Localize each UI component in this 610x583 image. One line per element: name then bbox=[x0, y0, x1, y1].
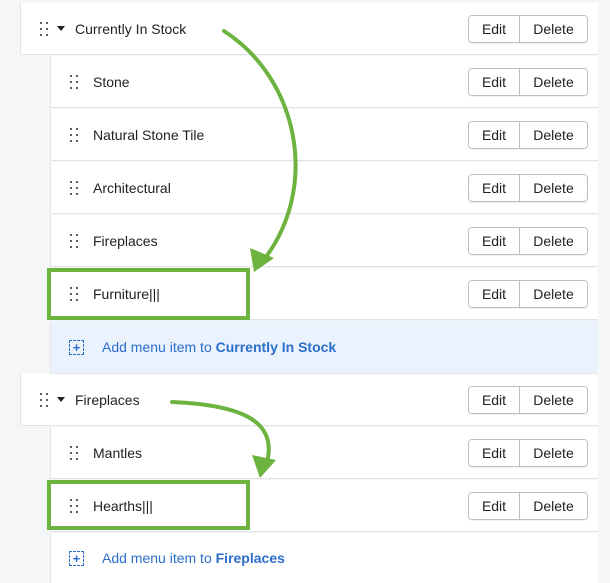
menu-item-label: Architectural bbox=[93, 179, 171, 196]
edit-button[interactable]: Edit bbox=[469, 15, 519, 42]
drag-handle-icon[interactable] bbox=[69, 286, 79, 301]
menu-item-label: Fireplaces bbox=[75, 391, 140, 408]
chevron-down-icon[interactable] bbox=[57, 26, 65, 31]
drag-handle-icon[interactable] bbox=[69, 233, 79, 248]
button-group: Edit Delete bbox=[468, 14, 588, 43]
button-group: Edit Delete bbox=[468, 438, 588, 467]
edit-button[interactable]: Edit bbox=[469, 280, 519, 307]
menu-item-hearths[interactable]: Hearths||| Edit Delete bbox=[50, 480, 598, 532]
delete-button[interactable]: Delete bbox=[519, 121, 587, 148]
delete-button[interactable]: Delete bbox=[519, 492, 587, 519]
menu-item-parent-currently-in-stock[interactable]: Currently In Stock Edit Delete bbox=[20, 3, 598, 55]
drag-handle-icon[interactable] bbox=[39, 21, 49, 36]
drag-handle-icon[interactable] bbox=[69, 74, 79, 89]
button-group: Edit Delete bbox=[468, 491, 588, 520]
menu-item-parent-fireplaces[interactable]: Fireplaces Edit Delete bbox=[20, 374, 598, 426]
add-icon: + bbox=[69, 550, 84, 566]
menu-item-label: Natural Stone Tile bbox=[93, 126, 205, 143]
menu-item-label: Stone bbox=[93, 73, 130, 90]
delete-button[interactable]: Delete bbox=[519, 227, 587, 254]
drag-handle-icon[interactable] bbox=[69, 127, 79, 142]
edit-button[interactable]: Edit bbox=[469, 386, 519, 413]
menu-item-label: Hearths||| bbox=[93, 497, 153, 514]
edit-button[interactable]: Edit bbox=[469, 68, 519, 95]
button-group: Edit Delete bbox=[468, 120, 588, 149]
menu-item-architectural[interactable]: Architectural Edit Delete bbox=[50, 162, 598, 214]
menu-item-stone[interactable]: Stone Edit Delete bbox=[50, 56, 598, 108]
drag-handle-icon[interactable] bbox=[69, 180, 79, 195]
delete-button[interactable]: Delete bbox=[519, 15, 587, 42]
add-menu-item-text: Add menu item to Currently In Stock bbox=[102, 339, 337, 355]
button-group: Edit Delete bbox=[468, 67, 588, 96]
chevron-down-icon[interactable] bbox=[57, 397, 65, 402]
edit-button[interactable]: Edit bbox=[469, 439, 519, 466]
menu-item-fireplaces-child[interactable]: Fireplaces Edit Delete bbox=[50, 215, 598, 267]
drag-handle-icon[interactable] bbox=[69, 445, 79, 460]
menu-item-furniture[interactable]: Furniture||| Edit Delete bbox=[50, 268, 598, 320]
delete-button[interactable]: Delete bbox=[519, 386, 587, 413]
delete-button[interactable]: Delete bbox=[519, 439, 587, 466]
edit-button[interactable]: Edit bbox=[469, 492, 519, 519]
edit-button[interactable]: Edit bbox=[469, 121, 519, 148]
button-group: Edit Delete bbox=[468, 279, 588, 308]
add-menu-item-link[interactable]: + Add menu item to Currently In Stock bbox=[50, 321, 598, 374]
add-icon: + bbox=[69, 339, 84, 355]
menu-item-label: Mantles bbox=[93, 444, 143, 461]
button-group: Edit Delete bbox=[468, 385, 588, 414]
edit-button[interactable]: Edit bbox=[469, 174, 519, 201]
drag-handle-icon[interactable] bbox=[39, 392, 49, 407]
button-group: Edit Delete bbox=[468, 173, 588, 202]
menu-item-mantles[interactable]: Mantles Edit Delete bbox=[50, 427, 598, 479]
menu-item-label: Fireplaces bbox=[93, 232, 158, 249]
add-menu-item-link[interactable]: + Add menu item to Fireplaces bbox=[50, 533, 598, 583]
delete-button[interactable]: Delete bbox=[519, 174, 587, 201]
menu-item-label: Furniture||| bbox=[93, 285, 160, 302]
menu-item-natural-stone-tile[interactable]: Natural Stone Tile Edit Delete bbox=[50, 109, 598, 161]
add-menu-item-text: Add menu item to Fireplaces bbox=[102, 550, 285, 566]
button-group: Edit Delete bbox=[468, 226, 588, 255]
delete-button[interactable]: Delete bbox=[519, 280, 587, 307]
delete-button[interactable]: Delete bbox=[519, 68, 587, 95]
menu-item-label: Currently In Stock bbox=[75, 20, 187, 37]
edit-button[interactable]: Edit bbox=[469, 227, 519, 254]
drag-handle-icon[interactable] bbox=[69, 498, 79, 513]
